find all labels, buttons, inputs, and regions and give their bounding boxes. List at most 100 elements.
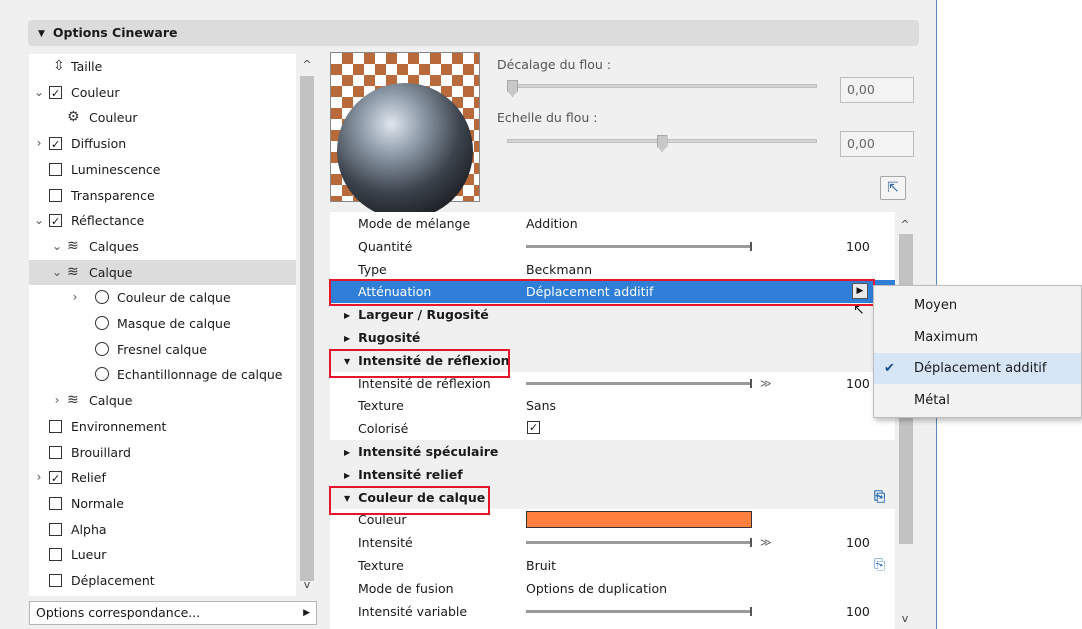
channel-checkbox[interactable] [49,419,62,433]
tree-item[interactable]: ⌄ ≋ Calque [29,259,296,285]
dropdown-item[interactable]: Métal [874,385,1081,416]
property-row[interactable]: Couleur [330,508,895,531]
scroll-up-icon[interactable]: ^ [297,58,317,71]
property-group[interactable]: ▶ Intensité relief [330,462,895,486]
property-row[interactable]: Colorisé [330,416,895,440]
channel-checkbox[interactable] [49,496,62,510]
tree-item[interactable]: Normale [29,491,296,516]
group-collapsed-icon[interactable]: ▶ [344,471,350,480]
tree-item[interactable]: › ≋ Calque [29,388,296,413]
property-row[interactable]: Intensité de réflexion ≫ 100 [330,372,895,395]
scroll-thumb[interactable] [300,76,314,581]
tree-item[interactable]: Luminescence [29,157,296,182]
chevron-right-icon[interactable]: ≫ [760,372,772,395]
channel-checkbox[interactable] [49,466,62,491]
collapse-arrow-icon[interactable]: › [33,131,45,156]
property-row[interactable]: Atténuation Déplacement additif ▶ [330,280,895,304]
layer-color-swatch[interactable] [526,511,752,529]
channel-checkbox[interactable] [49,522,62,536]
expand-arrow-icon[interactable]: ⌄ [51,234,63,259]
tree-item[interactable]: ⌄ ≋ Calques [29,234,296,259]
expand-arrow-icon[interactable]: ⌄ [33,208,45,233]
blur-offset-track[interactable] [507,84,817,88]
channel-checkbox[interactable] [49,188,62,202]
property-number[interactable]: 100 [846,600,870,623]
dropdown-arrow-icon[interactable]: ▶ [852,283,868,300]
scroll-up-icon[interactable]: ^ [895,218,915,231]
tree-item[interactable]: Masque de calque [29,311,296,336]
tree-item[interactable]: ⇳ Taille [29,54,296,79]
matching-options-menu[interactable]: Options correspondance... ▶ [29,601,317,625]
tree-item[interactable]: Environnement [29,414,296,439]
channel-checkbox[interactable] [49,162,62,176]
texture-options-icon[interactable]: ⎘ [874,554,885,577]
collapse-arrow-icon[interactable]: › [33,465,45,490]
channel-checkbox[interactable] [49,548,62,562]
tree-item[interactable]: › Relief [29,465,296,491]
tree-item[interactable]: Transparence [29,183,296,208]
tree-item[interactable]: Echantillonnage de calque [29,362,296,387]
section-header[interactable]: ▼ Options Cineware [28,20,919,46]
property-value[interactable]: Sans [526,394,556,417]
property-row[interactable]: Mode de fusion Options de duplication [330,577,895,600]
colorize-checkbox[interactable] [527,416,540,439]
property-number[interactable]: 100 [846,372,870,395]
tree-item[interactable]: ⌄ Réflectance [29,208,296,234]
property-row[interactable]: Intensité variable 100 [330,600,895,623]
tree-item[interactable]: Brouillard [29,440,296,465]
property-group[interactable]: ▶ Rugosité [330,326,895,349]
property-row[interactable]: Quantité 100 [330,235,895,258]
property-row[interactable]: Intensité ≫ 100 [330,531,895,554]
collapse-arrow-icon[interactable]: › [51,388,63,413]
property-value[interactable]: Bruit [526,554,556,577]
channel-checkbox[interactable] [49,132,62,157]
property-value[interactable]: Beckmann [526,258,592,281]
group-collapsed-icon[interactable]: ▶ [344,334,350,343]
channel-checkbox[interactable] [49,209,62,234]
property-row[interactable]: Type Beckmann [330,258,895,281]
channel-checkbox[interactable] [49,81,62,106]
tree-item[interactable]: › Couleur de calque [29,285,296,310]
group-expanded-icon[interactable]: ▼ [344,357,350,366]
property-slider[interactable] [526,606,752,616]
property-group[interactable]: ▶ Intensité spéculaire [330,440,895,463]
property-number[interactable]: 100 [846,531,870,554]
group-collapsed-icon[interactable]: ▶ [344,448,350,457]
expand-arrow-icon[interactable]: ⌄ [33,80,45,105]
property-value[interactable]: Addition [526,212,578,235]
property-number[interactable]: 100 [846,235,870,258]
copy-settings-icon[interactable]: ⎘ [874,486,885,509]
scroll-down-icon[interactable]: v [297,578,317,591]
scroll-down-icon[interactable]: v [895,612,915,625]
group-expanded-icon[interactable]: ▼ [344,494,350,503]
tree-item[interactable]: Fresnel calque [29,337,296,362]
property-row[interactable]: Texture Bruit ⎘ [330,554,895,577]
tree-item[interactable]: › Diffusion [29,131,296,157]
tree-item[interactable]: Alpha [29,517,296,542]
property-group[interactable]: ▶ Largeur / Rugosité [330,303,895,327]
apply-preview-button[interactable]: ⇱ [880,176,906,200]
tree-item[interactable]: ⌄ Couleur [29,80,296,106]
dropdown-item[interactable]: ✔ Déplacement additif [874,353,1081,384]
property-row[interactable]: Mode de mélange Addition [330,212,895,235]
property-group[interactable]: ▼ Intensité de réflexion [330,348,895,372]
channel-checkbox[interactable] [49,445,62,459]
chevron-right-icon[interactable]: ≫ [760,531,772,554]
property-slider[interactable] [526,241,752,251]
property-slider[interactable] [526,378,752,388]
property-value[interactable]: Déplacement additif [526,280,653,303]
property-slider[interactable] [526,538,752,548]
tree-item[interactable]: Lueur [29,542,296,567]
blur-scale-thumb[interactable] [656,135,668,152]
collapse-arrow-icon[interactable]: › [69,285,81,310]
tree-item[interactable]: ⚙ Couleur [29,105,296,130]
property-scrollbar[interactable]: ^ v [895,212,917,629]
dropdown-item[interactable]: Maximum [874,322,1081,353]
expand-arrow-icon[interactable]: ⌄ [51,260,63,285]
tree-item[interactable]: Déplacement [29,568,296,593]
channel-checkbox[interactable] [49,574,62,587]
group-collapsed-icon[interactable]: ▶ [344,311,350,320]
blur-scale-field[interactable]: 0,00 [840,131,914,157]
dropdown-item[interactable]: Moyen [874,290,1081,321]
property-group[interactable]: ▼ Couleur de calque ⎘ [330,485,895,509]
